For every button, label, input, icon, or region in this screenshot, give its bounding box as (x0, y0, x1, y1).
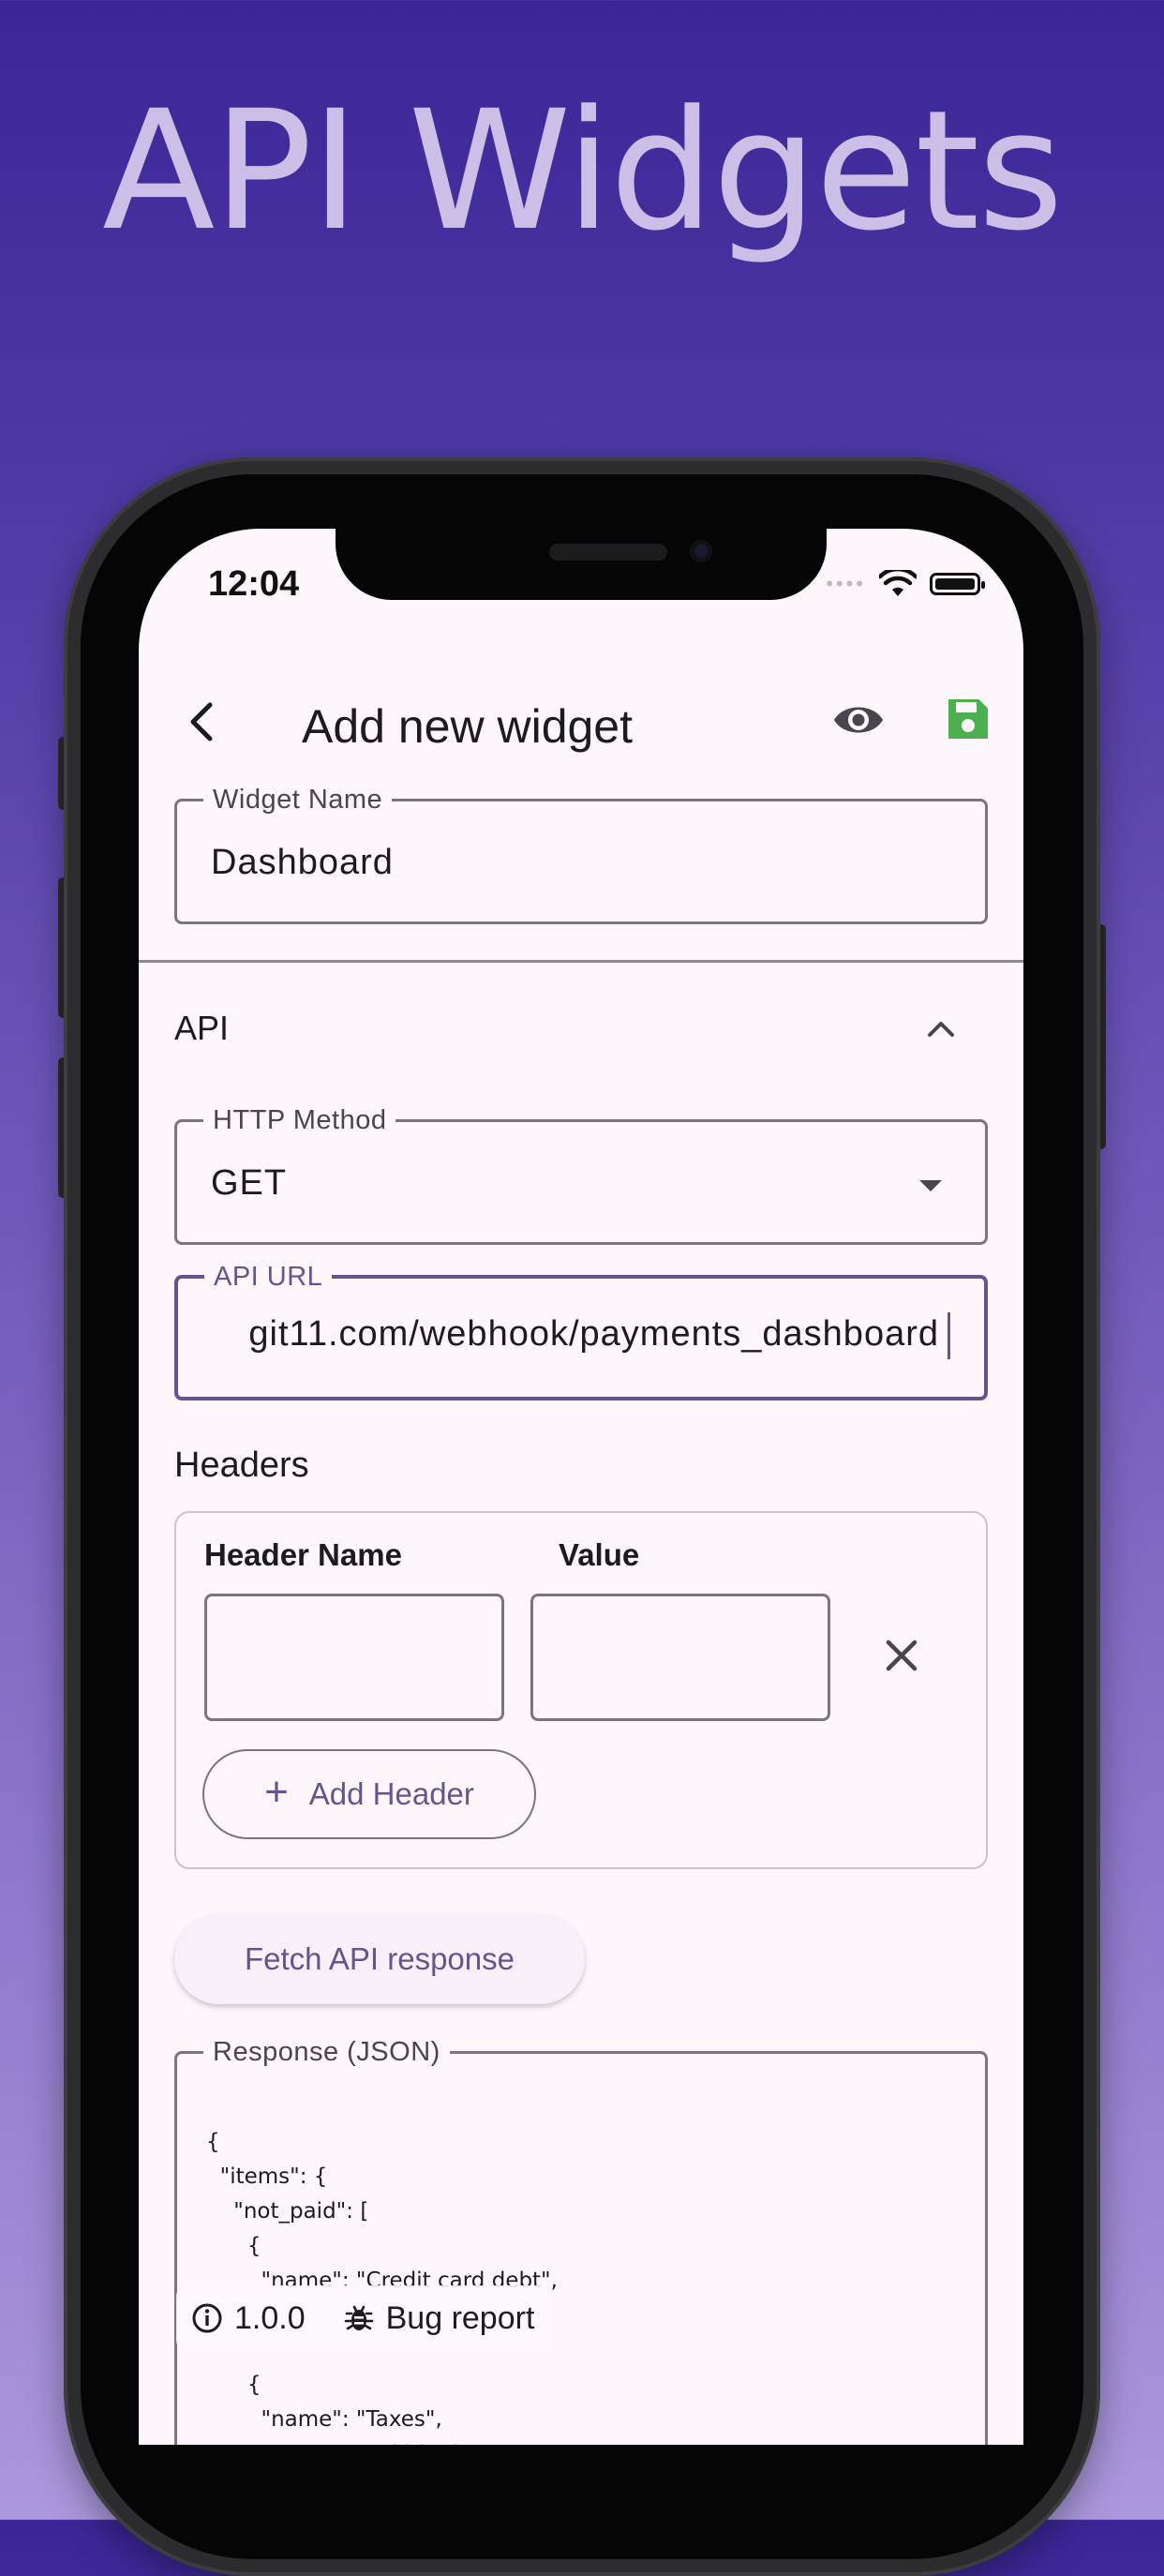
version-info[interactable]: 1.0.0 (191, 2300, 306, 2337)
api-section-title: API (174, 1009, 230, 1047)
preview-eye-icon[interactable] (832, 699, 885, 741)
http-method-select[interactable]: HTTP Method GET (174, 1104, 988, 1245)
app-screen: 12:04 •••• Add new widget Widget Name Da… (139, 529, 1023, 2445)
api-url-viewport: git11.com/webhook/payments_dashboard (210, 1307, 952, 1367)
wifi-icon (879, 570, 917, 596)
header-value-input[interactable] (530, 1594, 830, 1721)
json-line: { (206, 2130, 220, 2154)
app-bar: Add new widget (139, 667, 1023, 780)
bug-icon (344, 2305, 373, 2330)
bug-report-link[interactable]: Bug report (343, 2299, 535, 2337)
back-arrow-icon[interactable] (178, 696, 231, 748)
response-json-label: Response (JSON) (203, 2036, 450, 2068)
camera (690, 540, 712, 562)
widget-name-value: Dashboard (211, 843, 394, 882)
speaker (549, 544, 667, 561)
json-line: "items": { (206, 2164, 328, 2189)
header-name-input[interactable] (204, 1594, 504, 1721)
json-line: "not_paid": [ (206, 2199, 369, 2224)
section-divider (139, 960, 1023, 963)
json-line: { (206, 2234, 261, 2258)
widget-name-field[interactable]: Widget Name Dashboard (174, 784, 988, 924)
header-name-column-label: Header Name (204, 1537, 402, 1572)
http-method-label: HTTP Method (203, 1104, 396, 1136)
version-label: 1.0.0 (234, 2299, 306, 2336)
fetch-api-response-button[interactable]: Fetch API response (174, 1914, 585, 2004)
json-line: { (206, 2373, 261, 2397)
status-icons: •••• (826, 570, 985, 598)
hero-title: API Widgets (102, 75, 1064, 267)
api-url-field[interactable]: API URL git11.com/webhook/payments_dashb… (174, 1261, 988, 1400)
signal-icon: •••• (826, 572, 866, 595)
status-time: 12:04 (208, 564, 300, 604)
text-cursor (948, 1312, 950, 1359)
api-url-value: git11.com/webhook/payments_dashboard (248, 1314, 939, 1354)
dropdown-arrow-icon (919, 1180, 942, 1191)
http-method-value: GET (211, 1163, 288, 1203)
json-line: "name": "Taxes", (206, 2407, 442, 2432)
headers-title: Headers (174, 1445, 309, 1485)
plus-icon: + (264, 1769, 289, 1815)
response-json-text: { "items": { "not_paid": [ { "name": "Cr… (206, 2090, 558, 2445)
app-info-bar: 1.0.0 Bug report (176, 2285, 550, 2351)
add-header-label: Add Header (308, 1776, 474, 1811)
page-title: Add new widget (302, 700, 634, 753)
remove-header-icon[interactable] (883, 1637, 920, 1674)
info-icon (192, 2303, 222, 2333)
api-url-label: API URL (204, 1261, 333, 1293)
add-header-button[interactable]: + Add Header (202, 1749, 536, 1839)
json-line: "amount": "823.12" (206, 2437, 558, 2445)
header-value-column-label: Value (559, 1537, 640, 1572)
notch (336, 529, 827, 600)
bug-report-label: Bug report (385, 2299, 535, 2336)
battery-icon (930, 573, 985, 595)
save-icon[interactable] (947, 697, 990, 741)
widget-name-label: Widget Name (203, 784, 393, 816)
chevron-up-icon[interactable] (924, 1016, 958, 1039)
